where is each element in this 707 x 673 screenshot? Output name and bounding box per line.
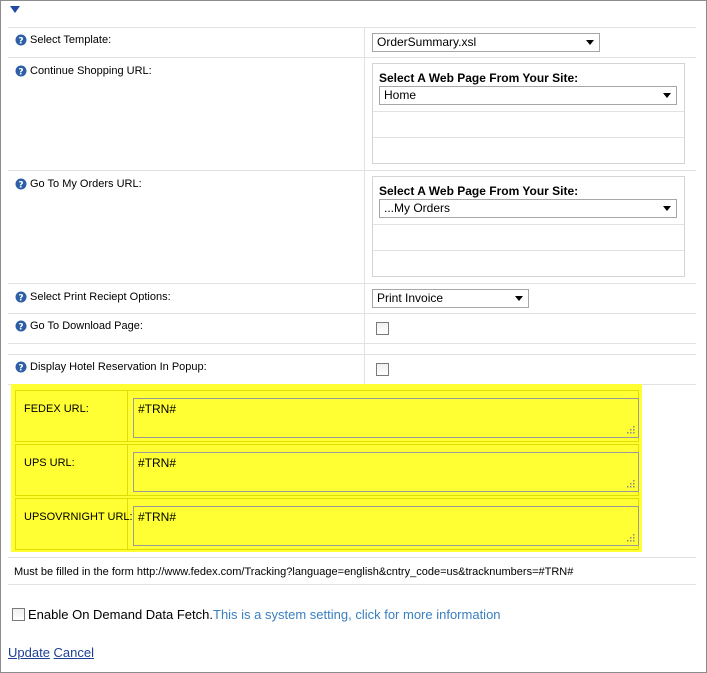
on-demand-fetch-checkbox[interactable] [12,608,25,621]
svg-text:?: ? [18,181,23,191]
tracking-row-ups: UPS URL: #TRN# [15,444,639,496]
print-receipt-label: Select Print Reciept Options: [30,291,171,303]
svg-text:?: ? [18,294,23,304]
row-hotel-popup: ? Display Hotel Reservation In Popup: [8,354,696,384]
row-select-template: ? Select Template: OrderSummary.xsl [8,27,696,57]
chevron-down-icon [663,206,671,211]
upsovrnight-url-field[interactable]: #TRN# [133,506,639,546]
resize-grip-icon[interactable] [627,480,635,488]
svg-text:?: ? [18,323,23,333]
on-demand-fetch-row: Enable On Demand Data Fetch. This is a s… [12,607,501,622]
on-demand-fetch-label: Enable On Demand Data Fetch. [28,607,213,622]
svg-text:?: ? [18,37,23,47]
tracking-urls-highlight: FEDEX URL: #TRN# UPS URL: #TRN# UPSOVRNI… [11,384,642,552]
collapse-caret-icon[interactable] [10,6,20,14]
tracking-format-note: Must be filled in the form http://www.fe… [14,566,574,578]
continue-shopping-label: Continue Shopping URL: [30,65,152,77]
my-orders-select[interactable]: ...My Orders [379,199,677,218]
template-select[interactable]: OrderSummary.xsl [372,33,600,52]
svg-text:?: ? [18,364,23,374]
ups-url-field[interactable]: #TRN# [133,452,639,492]
row-print-receipt: ? Select Print Reciept Options: Print In… [8,283,696,313]
help-icon[interactable]: ? [15,178,27,190]
hotel-popup-checkbox[interactable] [376,363,389,376]
continue-shopping-select[interactable]: Home [379,86,677,105]
select-template-label: Select Template: [30,34,112,46]
download-page-label: Go To Download Page: [30,320,143,332]
tracking-row-upsovrnight: UPSOVRNIGHT URL: #TRN# [15,498,639,550]
svg-text:?: ? [18,68,23,78]
picker-heading: Select A Web Page From Your Site: [379,184,579,198]
update-link[interactable]: Update [8,645,50,660]
resize-grip-icon[interactable] [627,534,635,542]
continue-shopping-page-picker: Select A Web Page From Your Site: Home [372,63,685,164]
upsovrnight-url-label: UPSOVRNIGHT URL: [24,511,133,523]
system-setting-info-link[interactable]: This is a system setting, click for more… [213,607,501,622]
picker-heading: Select A Web Page From Your Site: [379,71,579,85]
my-orders-label: Go To My Orders URL: [30,178,142,190]
row-continue-shopping-url: ? Continue Shopping URL: Select A Web Pa… [8,57,696,170]
help-icon[interactable]: ? [15,34,27,46]
form-actions: Update Cancel [8,645,94,660]
hotel-popup-label: Display Hotel Reservation In Popup: [30,361,207,373]
ups-url-label: UPS URL: [24,457,75,469]
resize-grip-icon[interactable] [627,426,635,434]
help-icon[interactable]: ? [15,291,27,303]
my-orders-page-picker: Select A Web Page From Your Site: ...My … [372,176,685,277]
cancel-link[interactable]: Cancel [54,645,94,660]
help-icon[interactable]: ? [15,65,27,77]
help-icon[interactable]: ? [15,320,27,332]
help-icon[interactable]: ? [15,361,27,373]
chevron-down-icon [663,93,671,98]
row-spacer [8,343,696,354]
chevron-down-icon [586,40,594,45]
download-page-checkbox[interactable] [376,322,389,335]
print-receipt-select[interactable]: Print Invoice [372,289,529,308]
chevron-down-icon [515,296,523,301]
fedex-url-field[interactable]: #TRN# [133,398,639,438]
tracking-row-fedex: FEDEX URL: #TRN# [15,390,639,442]
fedex-url-label: FEDEX URL: [24,403,89,415]
row-download-page: ? Go To Download Page: [8,313,696,343]
row-my-orders-url: ? Go To My Orders URL: Select A Web Page… [8,170,696,283]
